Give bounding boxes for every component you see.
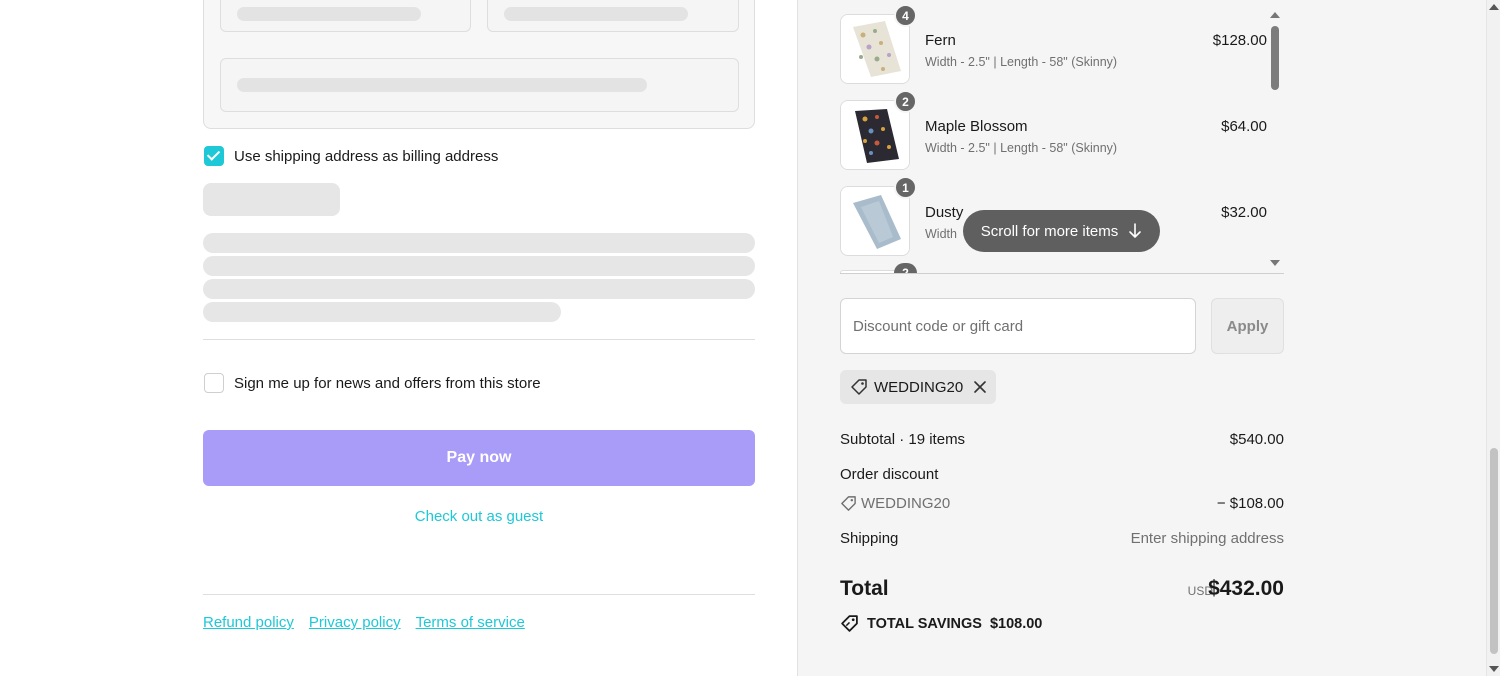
shipping-row: Shipping Enter shipping address — [840, 530, 1284, 547]
skeleton-line — [203, 279, 755, 299]
quantity-badge: 1 — [894, 176, 917, 199]
skeleton-heading — [203, 183, 340, 216]
skeleton-line — [203, 233, 755, 253]
scroll-hint-label: Scroll for more items — [980, 222, 1119, 240]
pay-now-button[interactable]: Pay now — [203, 430, 755, 486]
discount-code: WEDDING20 — [861, 495, 951, 512]
terms-of-service-link[interactable]: Terms of service — [416, 614, 525, 631]
scroll-more-button[interactable]: Scroll for more items — [963, 210, 1160, 252]
scroll-up-icon[interactable] — [1489, 4, 1499, 10]
applied-code: WEDDING20 — [874, 378, 964, 396]
tag-icon — [851, 379, 867, 395]
item-name: Dusty — [925, 204, 964, 221]
savings-value: $108.00 — [989, 615, 1043, 632]
divider — [203, 339, 755, 340]
quantity-badge: 4 — [894, 4, 917, 27]
savings-label: TOTAL SAVINGS — [867, 615, 982, 632]
line-item: 2 Maple Blossom Width - 2.5" | Length - … — [840, 90, 1284, 170]
remove-discount-icon[interactable] — [973, 380, 987, 394]
footer-divider — [203, 594, 755, 595]
items-divider — [840, 273, 1284, 274]
guest-checkout-link[interactable]: Check out as guest — [203, 508, 755, 525]
item-variant: Width — [925, 227, 957, 241]
newsletter-checkbox[interactable] — [204, 373, 224, 393]
total-savings: TOTAL SAVINGS $108.00 — [840, 614, 1042, 633]
order-discount-label: Order discount — [840, 466, 939, 483]
arrow-down-icon — [1129, 223, 1142, 238]
shipping-label: Shipping — [840, 530, 899, 547]
subtotal-row: Subtotal · 19 items $540.00 — [840, 431, 1284, 448]
shipping-value: Enter shipping address — [1130, 530, 1284, 547]
line-item: 4 Fern Width - 2.5" | Length - 58" (Skin… — [840, 4, 1284, 84]
scrollbar-thumb[interactable] — [1490, 448, 1498, 654]
skeleton-field — [220, 58, 739, 112]
apply-discount-button[interactable]: Apply — [1211, 298, 1284, 354]
footer-links: Refund policy Privacy policy Terms of se… — [203, 614, 525, 631]
subtotal-label: Subtotal · 19 items — [840, 431, 966, 448]
item-price: $64.00 — [1221, 118, 1267, 135]
privacy-policy-link[interactable]: Privacy policy — [309, 614, 401, 631]
item-price: $128.00 — [1212, 32, 1267, 49]
page-scrollbar[interactable] — [1486, 0, 1500, 676]
billing-address-skeleton — [203, 0, 755, 129]
skeleton-field — [487, 0, 739, 32]
billing-same-checkbox[interactable] — [204, 146, 224, 166]
item-name: Fern — [925, 32, 956, 49]
skeleton-line — [203, 302, 561, 322]
items-scrollbar[interactable] — [1271, 26, 1279, 90]
order-discount-row: Order discount — [840, 466, 1284, 483]
refund-policy-link[interactable]: Refund policy — [203, 614, 294, 631]
item-name: Maple Blossom — [925, 118, 1028, 135]
item-variant: Width - 2.5" | Length - 58" (Skinny) — [925, 141, 1118, 155]
discount-value: − $108.00 — [1216, 495, 1284, 512]
newsletter-label: Sign me up for news and offers from this… — [234, 375, 541, 392]
total-value: $432.00 — [1208, 577, 1284, 600]
applied-discount-tag: WEDDING20 — [840, 370, 996, 404]
checkout-form-panel: Use shipping address as billing address … — [0, 0, 797, 676]
total-label: Total — [840, 577, 889, 600]
scroll-down-icon[interactable] — [1489, 666, 1499, 672]
discount-code-input[interactable] — [840, 298, 1196, 354]
billing-same-label: Use shipping address as billing address — [234, 148, 499, 165]
tag-icon — [841, 496, 856, 511]
item-price: $32.00 — [1221, 204, 1267, 221]
items-scroll-up-icon[interactable] — [1270, 12, 1280, 18]
savings-tag-icon — [841, 615, 858, 632]
skeleton-field — [220, 0, 471, 32]
subtotal-value: $540.00 — [1229, 431, 1284, 448]
quantity-badge: 2 — [894, 90, 917, 113]
items-scroll-down-icon[interactable] — [1270, 260, 1280, 266]
skeleton-line — [203, 256, 755, 276]
item-variant: Width - 2.5" | Length - 58" (Skinny) — [925, 55, 1118, 69]
next-item-quantity-badge: 2 — [894, 263, 917, 273]
